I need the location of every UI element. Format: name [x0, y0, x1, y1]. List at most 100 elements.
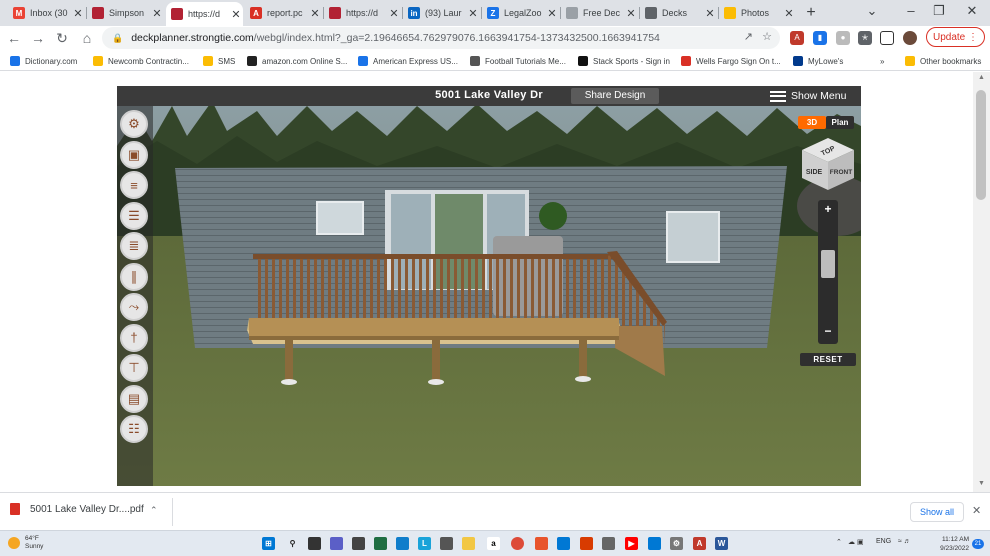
outlook-icon[interactable]	[557, 537, 570, 550]
deck-shape-tool[interactable]: ▣	[120, 140, 148, 169]
view-cube-icon[interactable]: TOP SIDE FRONT	[800, 136, 856, 192]
tab-5[interactable]: https://d ✕	[324, 2, 401, 24]
tab-3[interactable]: https://d ✕	[166, 2, 243, 26]
connector-tool[interactable]: ⤳	[120, 293, 148, 321]
forward-icon[interactable]: →	[29, 29, 47, 47]
furniture-tool[interactable]: ▤	[120, 384, 148, 413]
start-icon[interactable]: ⊞	[262, 537, 275, 550]
cube-side-label[interactable]: SIDE	[806, 169, 823, 176]
tab-2[interactable]: Simpson ✕	[87, 2, 164, 24]
bookmark-1[interactable]: Dictionary.com	[10, 54, 77, 68]
close-download-bar-icon[interactable]: ✕	[972, 504, 981, 517]
close-window-button[interactable]: ✕	[962, 3, 982, 19]
tray-icons[interactable]: ☁ ▣	[848, 538, 864, 546]
edge-icon[interactable]	[396, 537, 409, 550]
tab-6[interactable]: in (93) Laur ✕	[403, 2, 480, 24]
bookmark-4[interactable]: amazon.com Online S...	[247, 54, 347, 68]
close-tab-icon[interactable]: ✕	[466, 7, 480, 20]
clock[interactable]: 11:12 AM 9/23/2022	[935, 535, 969, 553]
zoom-slider-thumb[interactable]	[821, 250, 835, 279]
profile-avatar[interactable]	[903, 31, 917, 45]
app-red-icon[interactable]	[580, 537, 593, 550]
view-3d-button[interactable]: 3D	[798, 116, 826, 129]
side-panel-icon[interactable]	[880, 31, 894, 45]
bookmark-6[interactable]: Football Tutorials Me...	[470, 54, 566, 68]
zoom-out-button[interactable]: −	[818, 324, 838, 338]
post-tool[interactable]: ⊤	[120, 354, 148, 382]
tab-9[interactable]: Decks ✕	[640, 2, 717, 24]
bookmark-7[interactable]: Stack Sports - Sign in	[578, 54, 670, 68]
file-explorer-icon[interactable]	[462, 537, 475, 550]
app-calculator-icon[interactable]	[440, 537, 453, 550]
bookmark-8[interactable]: Wells Fargo Sign On t...	[681, 54, 781, 68]
app-l-icon[interactable]: L	[418, 537, 431, 550]
other-bookmarks[interactable]: Other bookmarks	[905, 54, 981, 68]
store-icon[interactable]	[374, 537, 387, 550]
close-tab-icon[interactable]: ✕	[703, 7, 717, 20]
tray-overflow-icon[interactable]: ⌃	[836, 538, 842, 546]
language-indicator[interactable]: ENG	[876, 538, 891, 545]
cube-front-label[interactable]: FRONT	[830, 169, 852, 176]
zoom-slider[interactable]: + −	[818, 200, 838, 344]
extension-blue-icon[interactable]: ▮	[813, 31, 827, 45]
scroll-up-icon[interactable]: ▲	[973, 74, 990, 81]
maximize-button[interactable]: ❐	[929, 3, 949, 19]
search-icon[interactable]: ⚲	[286, 537, 299, 550]
tab-4[interactable]: Areport.pc ✕	[245, 2, 322, 24]
office-icon[interactable]	[535, 537, 548, 550]
bookmarks-overflow-icon[interactable]: »	[880, 54, 884, 68]
update-button[interactable]: Update ⋮	[926, 27, 985, 47]
close-tab-icon[interactable]: ✕	[229, 8, 243, 21]
scrollbar-thumb[interactable]	[976, 90, 986, 200]
close-tab-icon[interactable]: ✕	[71, 7, 85, 20]
tab-7[interactable]: Z LegalZoo ✕	[482, 2, 559, 24]
page-scrollbar[interactable]: ▲ ▼	[973, 72, 990, 492]
tab-8[interactable]: Free Dec ✕	[561, 2, 638, 24]
close-tab-icon[interactable]: ✕	[150, 7, 164, 20]
weather-widget[interactable]: 64°F Sunny	[8, 535, 43, 551]
close-tab-icon[interactable]: ✕	[387, 7, 401, 20]
minimize-button[interactable]: –	[901, 3, 921, 18]
task-view-icon[interactable]	[308, 537, 321, 550]
deck-3d-scene[interactable]	[117, 86, 861, 486]
close-tab-icon[interactable]: ✕	[545, 7, 559, 20]
tab-10[interactable]: Photos ✕	[719, 2, 796, 24]
bookmark-2[interactable]: Newcomb Contractin...	[93, 54, 189, 68]
reset-button[interactable]: RESET	[800, 353, 856, 366]
extension-pdf-icon[interactable]: A	[790, 31, 804, 45]
home-icon[interactable]: ⌂	[78, 29, 96, 47]
download-item[interactable]: 5001 Lake Valley Dr....pdf	[10, 503, 144, 515]
reload-icon[interactable]: ↻	[53, 29, 71, 47]
network-volume-icon[interactable]: ≈ ♬	[898, 538, 911, 545]
joists-tool[interactable]: ≣	[120, 232, 148, 260]
word-icon[interactable]: W	[715, 537, 728, 550]
address-bar[interactable]: 🔒 deckplanner.strongtie.com/webgl/index.…	[102, 27, 780, 49]
scroll-down-icon[interactable]: ▼	[973, 480, 990, 487]
show-menu-button[interactable]: Show Menu	[770, 88, 856, 104]
stairs-tool[interactable]: ≡	[120, 171, 148, 199]
acrobat-icon[interactable]: A	[693, 537, 706, 550]
extension-grey-icon[interactable]: ●	[836, 31, 850, 45]
settings-icon[interactable]: ⚙	[670, 537, 683, 550]
close-tab-icon[interactable]: ✕	[624, 7, 638, 20]
share-design-button[interactable]: Share Design	[571, 88, 659, 104]
boards-tool[interactable]: ☰	[120, 201, 148, 230]
bookmark-5[interactable]: American Express US...	[358, 54, 458, 68]
notification-badge[interactable]: 21	[972, 539, 984, 549]
zoom-in-button[interactable]: +	[818, 202, 838, 216]
widgets-icon[interactable]	[352, 537, 365, 550]
back-icon[interactable]: ←	[5, 29, 23, 47]
view-plan-button[interactable]: Plan	[826, 116, 854, 129]
report-tool[interactable]: ☷	[120, 415, 148, 443]
chrome-icon[interactable]	[511, 537, 524, 550]
app-blue-icon[interactable]	[648, 537, 661, 550]
bookmark-3[interactable]: SMS	[203, 54, 235, 68]
youtube-icon[interactable]: ▶	[625, 537, 638, 550]
railing-tool[interactable]: ∥	[120, 262, 148, 291]
deck-planner-viewport[interactable]: 5001 Lake Valley Dr Share Design Show Me…	[117, 86, 861, 486]
bookmark-9[interactable]: MyLowe's	[793, 54, 843, 68]
show-all-button[interactable]: Show all	[910, 502, 964, 522]
share-and-bookmark-icons[interactable]: ↗ ☆	[744, 30, 772, 43]
download-options-chevron-icon[interactable]: ⌃	[150, 505, 158, 516]
amazon-icon[interactable]: a	[487, 537, 500, 550]
